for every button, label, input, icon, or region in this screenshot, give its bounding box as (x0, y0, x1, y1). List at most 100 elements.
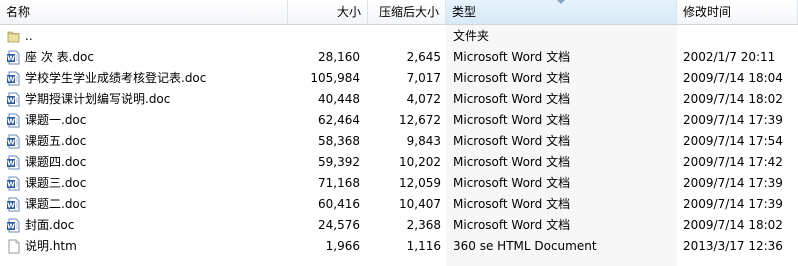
file-modified: 2009/7/14 18:02 (683, 92, 783, 106)
file-type: Microsoft Word 文档 (453, 113, 571, 127)
file-name: .. (25, 29, 33, 43)
file-row[interactable]: W 课题三.doc 71,168 12,059 Microsoft Word 文档 200… (0, 173, 798, 194)
column-header-type[interactable]: 类型 (446, 0, 677, 24)
file-type: Microsoft Word 文档 (453, 155, 571, 169)
svg-text:W: W (7, 202, 15, 210)
file-type: 文件夹 (453, 29, 490, 43)
file-name-cell: W 课题三.doc (6, 173, 286, 194)
file-type: Microsoft Word 文档 (453, 50, 571, 64)
file-size: 24,576 (318, 218, 360, 232)
file-size: 60,416 (318, 197, 360, 211)
file-list: 名称 大小 压缩后大小 类型 修改时间 .. 文件夹 W 座 次 表.doc 28,16… (0, 0, 798, 266)
file-modified: 2009/7/14 17:39 (683, 176, 783, 190)
file-size (288, 26, 360, 47)
file-name: 课题二.doc (25, 197, 87, 211)
file-type: Microsoft Word 文档 (453, 71, 571, 85)
file-row[interactable]: W 座 次 表.doc 28,160 2,645 Microsoft Word 文档 20… (0, 47, 798, 68)
file-modified: 2013/3/17 12:36 (683, 239, 783, 253)
file-name: 学期授课计划编写说明.doc (25, 92, 171, 106)
file-compressed-size: 10,407 (399, 197, 441, 211)
svg-text:W: W (7, 181, 15, 189)
file-row[interactable]: W 课题一.doc 62,464 12,672 Microsoft Word 文档 200… (0, 110, 798, 131)
file-name-cell: W 课题一.doc (6, 110, 286, 131)
file-name-cell: W 课题四.doc (6, 152, 286, 173)
svg-text:W: W (7, 76, 15, 84)
column-header-bar: 名称 大小 压缩后大小 类型 修改时间 (0, 0, 798, 25)
file-size: 62,464 (318, 113, 360, 127)
column-header-name[interactable]: 名称 (0, 0, 288, 24)
file-size: 40,448 (318, 92, 360, 106)
svg-text:W: W (7, 118, 15, 126)
file-compressed-size: 12,672 (399, 113, 441, 127)
file-modified: 2009/7/14 17:39 (683, 197, 783, 211)
file-modified (683, 26, 798, 47)
file-row[interactable]: W 封面.doc 24,576 2,368 Microsoft Word 文档 2009/… (0, 215, 798, 236)
file-size: 71,168 (318, 176, 360, 190)
file-row[interactable]: W 课题四.doc 59,392 10,202 Microsoft Word 文档 200… (0, 152, 798, 173)
word-doc-icon: W (6, 155, 21, 170)
file-name: 课题五.doc (25, 134, 87, 148)
file-type: Microsoft Word 文档 (453, 218, 571, 232)
file-compressed-size: 2,645 (406, 50, 441, 64)
file-row[interactable]: 说明.htm 1,966 1,116 360 se HTML Document 2013… (0, 236, 798, 257)
file-type: Microsoft Word 文档 (453, 176, 571, 190)
file-modified: 2009/7/14 17:42 (683, 155, 783, 169)
file-name-cell: .. (6, 26, 286, 47)
file-size: 28,160 (318, 50, 360, 64)
svg-text:W: W (7, 139, 15, 147)
word-doc-icon: W (6, 50, 21, 65)
file-size: 58,368 (318, 134, 360, 148)
file-name-cell: W 学校学生学业成绩考核登记表.doc (6, 68, 286, 89)
file-row[interactable]: W 课题二.doc 60,416 10,407 Microsoft Word 文档 200… (0, 194, 798, 215)
column-header-compressed-size[interactable]: 压缩后大小 (368, 0, 446, 24)
file-compressed-size: 12,059 (399, 176, 441, 190)
word-doc-icon: W (6, 113, 21, 128)
file-name-cell: W 封面.doc (6, 215, 286, 236)
file-row[interactable]: W 学校学生学业成绩考核登记表.doc 105,984 7,017 Microsoft … (0, 68, 798, 89)
file-modified: 2009/7/14 17:54 (683, 134, 783, 148)
file-name: 学校学生学业成绩考核登记表.doc (25, 71, 207, 85)
file-type: 360 se HTML Document (453, 239, 597, 253)
word-doc-icon: W (6, 134, 21, 149)
file-name: 座 次 表.doc (25, 50, 95, 64)
file-compressed-size: 1,116 (406, 239, 441, 253)
file-name: 说明.htm (25, 239, 77, 253)
file-compressed-size (368, 26, 441, 47)
file-compressed-size: 9,843 (406, 134, 441, 148)
file-name: 课题四.doc (25, 155, 87, 169)
column-header-modified[interactable]: 修改时间 (677, 0, 798, 24)
file-compressed-size: 4,072 (406, 92, 441, 106)
file-compressed-size: 7,017 (406, 71, 441, 85)
file-row[interactable]: W 学期授课计划编写说明.doc 40,448 4,072 Microsoft Word… (0, 89, 798, 110)
file-modified: 2009/7/14 17:39 (683, 113, 783, 127)
file-name-cell: W 课题五.doc (6, 131, 286, 152)
file-type: Microsoft Word 文档 (453, 197, 571, 211)
file-modified: 2009/7/14 18:02 (683, 218, 783, 232)
svg-text:W: W (7, 160, 15, 168)
word-doc-icon: W (6, 176, 21, 191)
word-doc-icon: W (6, 218, 21, 233)
file-type: Microsoft Word 文档 (453, 92, 571, 106)
file-row[interactable]: W 课题五.doc 58,368 9,843 Microsoft Word 文档 2009… (0, 131, 798, 152)
html-file-icon (6, 239, 21, 254)
file-name: 课题三.doc (25, 176, 87, 190)
file-name-cell: W 座 次 表.doc (6, 47, 286, 68)
file-name-cell: 说明.htm (6, 236, 286, 257)
file-size: 59,392 (318, 155, 360, 169)
file-row[interactable]: .. 文件夹 (0, 26, 798, 47)
word-doc-icon: W (6, 71, 21, 86)
file-compressed-size: 2,368 (406, 218, 441, 232)
word-doc-icon: W (6, 92, 21, 107)
file-name: 封面.doc (25, 218, 75, 232)
svg-text:W: W (7, 97, 15, 105)
file-name-cell: W 学期授课计划编写说明.doc (6, 89, 286, 110)
file-name-cell: W 课题二.doc (6, 194, 286, 215)
file-modified: 2009/7/14 18:04 (683, 71, 783, 85)
word-doc-icon: W (6, 197, 21, 212)
sort-arrow-icon (557, 0, 565, 4)
file-type: Microsoft Word 文档 (453, 134, 571, 148)
column-header-size[interactable]: 大小 (288, 0, 368, 24)
file-compressed-size: 10,202 (399, 155, 441, 169)
svg-text:W: W (7, 55, 15, 63)
file-name: 课题一.doc (25, 113, 87, 127)
